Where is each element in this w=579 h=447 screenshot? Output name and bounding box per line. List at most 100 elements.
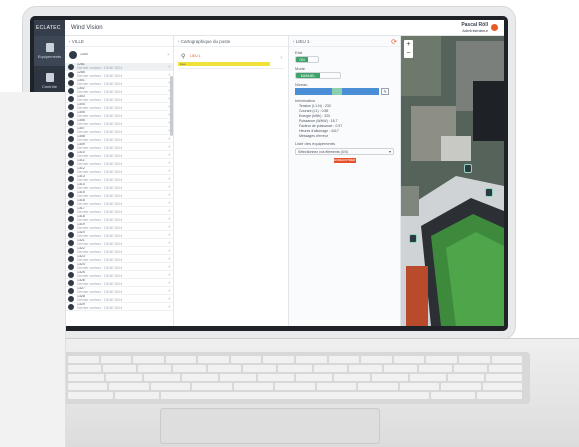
- list-item[interactable]: 1325 Dernier contact : 12h30 2024 ›: [65, 271, 173, 279]
- list-item-subtitle: Dernier contact : 12h30 2024: [77, 273, 123, 278]
- niveau-slider[interactable]: ✎: [295, 88, 394, 95]
- status-icon: [68, 183, 74, 190]
- lieu-header[interactable]: ‹ LIEU 1: [289, 36, 400, 47]
- list-item[interactable]: 1321 Dernier contact : 12h30 2024 ›: [65, 239, 173, 247]
- map-marker[interactable]: [409, 234, 417, 243]
- chevron-right-icon: ›: [168, 279, 170, 286]
- list-item[interactable]: 1311 Dernier contact : 12h30 2024 ›: [65, 159, 173, 167]
- list-item-text: 1312 Dernier contact : 12h30 2024: [77, 167, 168, 174]
- list-item-subtitle: Dernier contact : 12h30 2024: [77, 177, 123, 182]
- list-item[interactable]: 1302Dernier contact : 12h30 2024›: [65, 87, 173, 95]
- carto-header-label: Cartographique du poste: [180, 38, 231, 44]
- list-item[interactable]: 1312 Dernier contact : 12h30 2024 ›: [65, 167, 173, 175]
- sidebar-item-equipements[interactable]: Equipements: [34, 36, 65, 66]
- list-item-text: 1318 Dernier contact : 12h30 2024: [77, 215, 168, 222]
- status-icon: [68, 63, 74, 70]
- list-item[interactable]: 1301Dernier contact : 12h30 2024›: [65, 79, 173, 87]
- status-icon: [68, 255, 74, 262]
- list-item[interactable]: 1313 Dernier contact : 12h30 2024 ›: [65, 175, 173, 183]
- list-item[interactable]: 1323 Dernier contact : 12h30 2024 ›: [65, 255, 173, 263]
- building-icon: [45, 43, 54, 52]
- status-icon: [68, 199, 74, 206]
- chevron-right-icon: ›: [280, 55, 282, 61]
- map-marker[interactable]: [464, 164, 472, 173]
- list-item-text: 1307 Dernier contact : 12h30 2024: [77, 127, 168, 134]
- list-item[interactable]: 1322 Dernier contact : 12h30 2024 ›: [65, 247, 173, 255]
- list-item-text: 1281 Dernier contact : 12h30 2024: [77, 63, 168, 70]
- grid-icon: [45, 73, 54, 82]
- ville-scrollbar[interactable]: [170, 76, 173, 136]
- map-marker[interactable]: [485, 188, 493, 197]
- map-zoom-control[interactable]: + −: [404, 40, 413, 58]
- list-item-text: 1302 Dernier contact : 12h30 2024: [77, 87, 168, 94]
- mode-label: Mode: [295, 66, 306, 71]
- refresh-icon[interactable]: ⟳: [391, 38, 397, 46]
- status-icon: [68, 271, 74, 278]
- mode-toggle[interactable]: MANUEL: [295, 72, 341, 79]
- list-item-text: 1308 Dernier contact : 12h30 2024: [77, 135, 168, 142]
- list-item[interactable]: 1304Dernier contact : 12h30 2024›: [65, 103, 173, 111]
- list-item[interactable]: 1316 Dernier contact : 12h30 2024 ›: [65, 199, 173, 207]
- list-item-text: 1329 Dernier contact : 12h30 2024: [77, 303, 168, 310]
- status-icon: [68, 151, 74, 158]
- ville-top-item[interactable]: 1300 ›: [65, 47, 173, 63]
- list-item[interactable]: 1308 Dernier contact : 12h30 2024 ›: [65, 135, 173, 143]
- list-item-text: 1305 Dernier contact : 12h30 2024: [77, 111, 168, 118]
- list-item[interactable]: 1324 Dernier contact : 12h30 2024 ›: [65, 263, 173, 271]
- status-icon: [68, 303, 74, 310]
- list-item[interactable]: 1317 Dernier contact : 12h30 2024 ›: [65, 207, 173, 215]
- list-item-subtitle: Dernier contact : 12h30 2024: [77, 161, 123, 166]
- niveau-track[interactable]: [295, 88, 379, 95]
- list-item[interactable]: 1281 Dernier contact : 12h30 2024 ›: [65, 63, 173, 71]
- list-item[interactable]: 1327 Dernier contact : 12h30 2024 ›: [65, 287, 173, 295]
- equipment-select[interactable]: Sélectionnez vos éléments (0/4): [295, 148, 394, 155]
- chevron-right-icon: ›: [168, 159, 170, 166]
- list-item[interactable]: 1307Dernier contact : 12h30 2024›: [65, 127, 173, 135]
- list-item[interactable]: 1285 Dernier contact : 12h30 2024 ›: [65, 71, 173, 79]
- zoom-out-button[interactable]: −: [404, 49, 413, 58]
- list-item[interactable]: 1310 Dernier contact : 12h30 2024 ›: [65, 151, 173, 159]
- list-item[interactable]: 1315 Dernier contact : 12h30 2024 ›: [65, 191, 173, 199]
- list-item[interactable]: 1314 Dernier contact : 12h30 2024 ›: [65, 183, 173, 191]
- list-item-text: 1306 Dernier contact : 12h30 2024: [77, 119, 168, 126]
- status-icon: [68, 191, 74, 198]
- status-icon: [68, 279, 74, 286]
- list-item[interactable]: 1303Dernier contact : 12h30 2024›: [65, 95, 173, 103]
- list-item-subtitle: Dernier contact : 12h30 2024: [77, 233, 123, 238]
- list-item-text: 1304 Dernier contact : 12h30 2024: [77, 103, 168, 110]
- carto-item[interactable]: ⚲ LIEU 1 Lieu ›: [178, 51, 284, 69]
- list-item-subtitle: Dernier contact : 12h30 2024: [77, 265, 123, 270]
- list-item[interactable]: 1328 Dernier contact : 12h30 2024 ›: [65, 295, 173, 303]
- status-icon: [68, 175, 74, 182]
- ville-header[interactable]: ‹ VILLE: [65, 36, 173, 47]
- save-button[interactable]: ENREGISTRER: [333, 158, 356, 163]
- etat-toggle[interactable]: ON: [295, 56, 319, 63]
- list-item-text: 1322 Dernier contact : 12h30 2024: [77, 247, 168, 254]
- list-item[interactable]: 1326 Dernier contact : 12h30 2024 ›: [65, 279, 173, 287]
- foreground-panel: [0, 92, 66, 447]
- ville-top-item-label: 1300: [80, 53, 88, 57]
- avatar[interactable]: [491, 24, 498, 31]
- list-item[interactable]: 1309 Dernier contact : 12h30 2024 ›: [65, 143, 173, 151]
- status-icon: [68, 167, 74, 174]
- carto-header[interactable]: ‹ Cartographique du poste: [174, 36, 288, 47]
- niveau-label: Niveau: [295, 82, 308, 87]
- zoom-in-button[interactable]: +: [404, 40, 413, 49]
- list-item[interactable]: 1329 Dernier contact : 12h30 2024 ›: [65, 303, 173, 311]
- user-info[interactable]: Pascal Röll Administrateur: [461, 22, 488, 34]
- list-item-subtitle: Dernier contact : 12h30 2024: [77, 185, 123, 190]
- edit-icon[interactable]: ✎: [381, 88, 389, 95]
- list-item-subtitle: Dernier contact : 12h30 2024: [77, 105, 123, 110]
- app-screen: ECLATEC Equipements Contrôle Wind Vision…: [34, 20, 504, 326]
- status-icon: [68, 287, 74, 294]
- list-item[interactable]: 1306Dernier contact : 12h30 2024›: [65, 119, 173, 127]
- status-icon: [68, 223, 74, 230]
- list-item[interactable]: 1305Dernier contact : 12h30 2024›: [65, 111, 173, 119]
- list-item[interactable]: 1320 Dernier contact : 12h30 2024 ›: [65, 231, 173, 239]
- status-icon: [68, 143, 74, 150]
- niveau-thumb[interactable]: [331, 88, 342, 95]
- satellite-map[interactable]: + −: [401, 36, 504, 326]
- list-item-subtitle: Dernier contact : 12h30 2024: [77, 65, 123, 70]
- list-item[interactable]: 1318 Dernier contact : 12h30 2024 ›: [65, 215, 173, 223]
- list-item[interactable]: 1319 Dernier contact : 12h30 2024 ›: [65, 223, 173, 231]
